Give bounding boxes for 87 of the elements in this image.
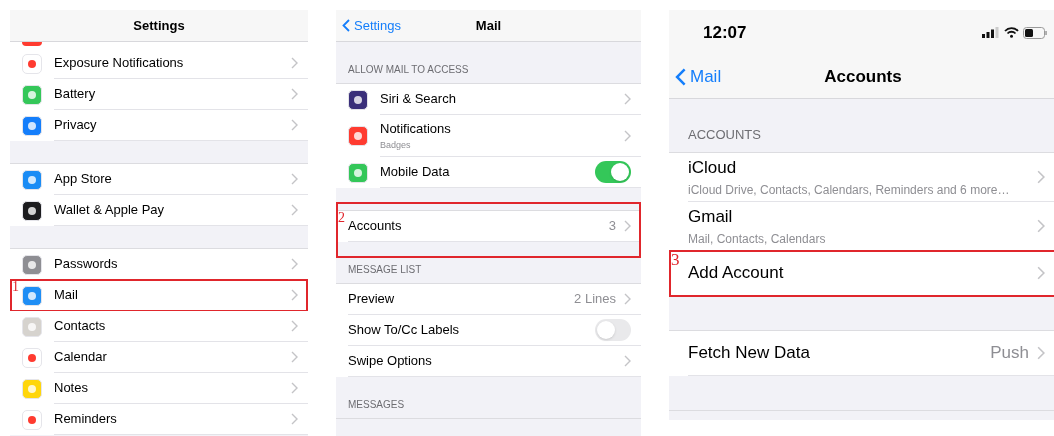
row-label: Siri & Search: [380, 90, 456, 109]
chevron-icon: [624, 355, 631, 367]
settings-row[interactable]: Wallet & Apple Pay: [10, 195, 308, 226]
row-subtitle: Mail, Contacts, Calendars: [688, 230, 826, 248]
settings-row[interactable]: Privacy: [10, 110, 308, 141]
back-chevron-icon: [342, 19, 350, 32]
signal-icon: [982, 27, 1000, 38]
back-button[interactable]: Settings: [342, 10, 401, 41]
settings-row[interactable]: App Store: [10, 164, 308, 195]
toggle-switch[interactable]: [595, 319, 631, 341]
chevron-icon: [291, 173, 298, 185]
row-label: iCloud: [688, 157, 737, 180]
row-label: Battery: [54, 85, 96, 104]
chevron-icon: [291, 289, 298, 301]
settings-row[interactable]: Show To/Cc Labels: [336, 315, 641, 346]
chevron-icon: [1037, 170, 1045, 184]
settings-row[interactable]: Notes: [10, 373, 308, 404]
settings-row[interactable]: Calendar: [10, 342, 308, 373]
settings-row[interactable]: Fetch New Data Push: [669, 331, 1054, 376]
row-label: Gmail: [688, 206, 733, 229]
chevron-icon: [291, 258, 298, 270]
chevron-icon: [291, 320, 298, 332]
section-header: MESSAGE LIST: [348, 263, 422, 277]
row-label: Passwords: [54, 255, 118, 274]
settings-row[interactable]: Reminders: [10, 404, 308, 435]
chevron-icon: [624, 293, 631, 305]
screen-title: Settings: [133, 16, 185, 35]
row-label: Calendar: [54, 348, 107, 367]
chevron-icon: [1037, 219, 1045, 233]
chevron-icon: [291, 351, 298, 363]
chevron-icon: [624, 129, 631, 142]
row-label: Notes: [54, 379, 88, 398]
row-label: Fetch New Data: [688, 342, 810, 365]
section-header: ALLOW MAIL TO ACCESS: [348, 63, 469, 77]
section-header: ACCOUNTS: [688, 125, 761, 144]
settings-row[interactable]: Notifications Badges: [336, 115, 641, 157]
row-value: Push: [990, 342, 1029, 365]
chevron-icon: [291, 88, 298, 100]
row-label: Show To/Cc Labels: [348, 321, 460, 340]
row-label: Reminders: [54, 410, 117, 429]
settings-row[interactable]: Swipe Options: [336, 346, 641, 377]
row-label: Swipe Options: [348, 352, 432, 371]
toggle-switch[interactable]: [595, 161, 631, 183]
chevron-icon: [291, 119, 298, 131]
wifi-icon: [1004, 27, 1019, 38]
row-label: Exposure Notifications: [54, 54, 184, 73]
back-chevron-icon: [675, 67, 686, 86]
row-value: 2 Lines: [574, 290, 616, 309]
settings-row[interactable]: Battery: [10, 79, 308, 110]
battery-icon: [1023, 26, 1047, 39]
settings-row[interactable]: Gmail Mail, Contacts, Calendars: [669, 202, 1054, 251]
settings-row[interactable]: Exposure Notifications: [10, 48, 308, 79]
settings-row[interactable]: Passwords: [10, 249, 308, 280]
step-number: 1: [12, 278, 19, 296]
step-number: 3: [671, 249, 680, 271]
row-label: Preview: [348, 290, 395, 309]
chevron-icon: [624, 93, 631, 105]
chevron-icon: [291, 204, 298, 216]
row-label: Mail: [54, 286, 78, 305]
chevron-icon: [291, 382, 298, 394]
row-label: Contacts: [54, 317, 106, 336]
row-label: Add Account: [688, 262, 784, 285]
settings-row[interactable]: Mobile Data: [336, 157, 641, 188]
chevron-icon: [291, 57, 298, 69]
chevron-icon: [291, 413, 298, 425]
status-time: 12:07: [703, 21, 747, 44]
step-number: 2: [338, 209, 345, 227]
row-subtitle: Badges: [380, 138, 411, 152]
row-label: Privacy: [54, 116, 97, 135]
chevron-icon: [1037, 346, 1045, 360]
back-button[interactable]: Mail: [675, 55, 722, 98]
row-label: Notifications: [380, 120, 451, 138]
row-subtitle: iCloud Drive, Contacts, Calendars, Reminders and 6 more…: [688, 181, 1010, 199]
section-header: MESSAGES: [348, 398, 405, 412]
row-label: Wallet & Apple Pay: [54, 201, 165, 220]
screen-title: Mail: [475, 16, 502, 35]
row-label: Accounts: [348, 217, 402, 236]
settings-row[interactable]: Siri & Search: [336, 84, 641, 115]
row-label: Mobile Data: [380, 163, 450, 182]
row-value: 3: [608, 217, 616, 236]
settings-row[interactable]: iCloud iCloud Drive, Contacts, Calendars, Reminders and 6 more…: [669, 153, 1054, 202]
chevron-icon: [1037, 266, 1045, 280]
settings-row[interactable]: Contacts: [10, 311, 308, 342]
screen-title: Accounts: [824, 65, 902, 88]
settings-row[interactable]: Preview 2 Lines: [336, 284, 641, 315]
row-label: App Store: [54, 170, 112, 189]
chevron-icon: [624, 220, 631, 232]
